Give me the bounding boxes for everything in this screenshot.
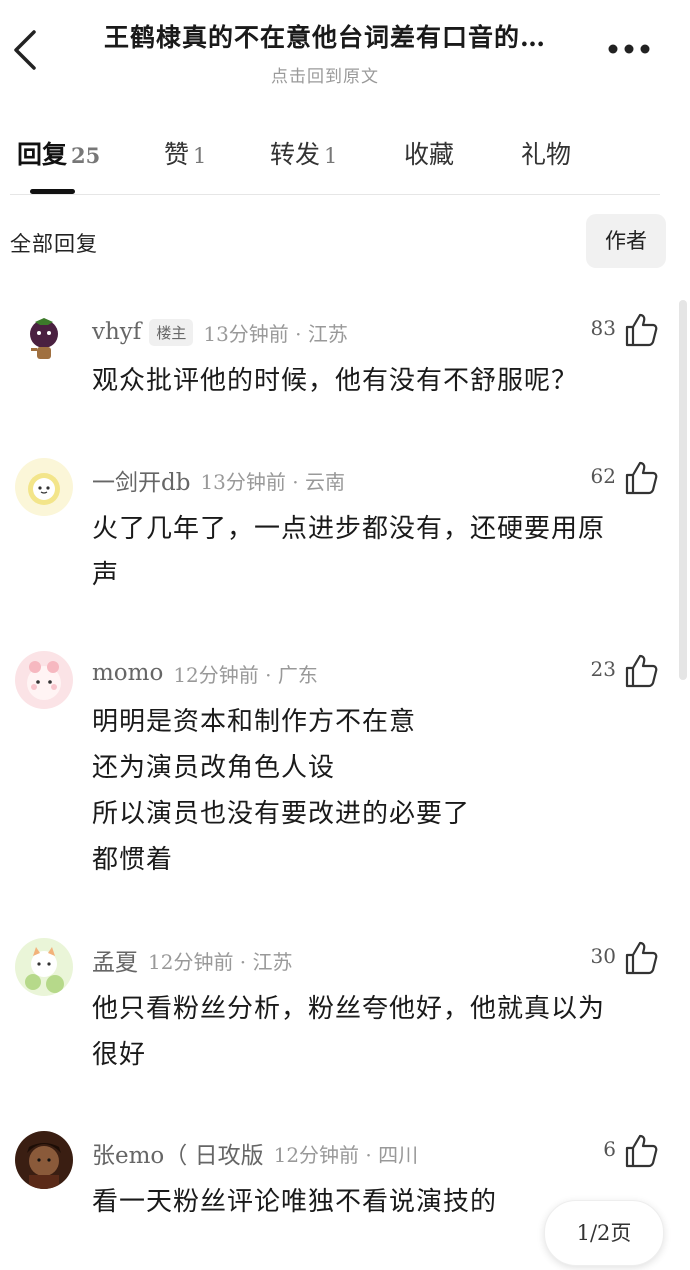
avatar[interactable] <box>15 1131 73 1189</box>
all-replies-label: 全部回复 <box>10 232 98 256</box>
thumbs-up-icon <box>625 654 658 688</box>
comment-time-location: 12分钟前 · 广东 <box>173 662 318 687</box>
tab-label: 赞 <box>164 140 190 169</box>
avatar-lemon-image <box>15 458 73 516</box>
comment-meta: vhyf 楼主 13分钟前 · 江苏 <box>92 312 348 352</box>
thumbs-up-icon <box>625 1134 658 1168</box>
like-count: 6 <box>603 1137 616 1161</box>
thumbs-up-icon <box>625 941 658 975</box>
page-indicator-button[interactable]: 1/2页 <box>544 1200 664 1266</box>
top-bar: 王鹤棣真的不在意他台词差有口音的… 点击回到原文 <box>0 0 690 100</box>
like-count: 83 <box>590 316 616 340</box>
post-title[interactable]: 王鹤棣真的不在意他台词差有口音的… <box>70 18 580 54</box>
scrollbar[interactable] <box>679 300 687 680</box>
back-button[interactable] <box>10 28 50 72</box>
username[interactable]: vhyf <box>92 319 141 345</box>
comment-meta: 一剑开db 13分钟前 · 云南 <box>92 460 345 500</box>
tab-label: 转发 <box>270 140 321 169</box>
comment-meta: 孟夏 12分钟前 · 江苏 <box>92 940 293 980</box>
comment-line: 火了几年了，一点进步都没有，还硬要用原 <box>92 514 606 544</box>
like-button[interactable] <box>624 312 658 348</box>
comment-text: 火了几年了，一点进步都没有，还硬要用原 声 <box>92 506 662 598</box>
comment-text: 明明是资本和制作方不在意 还为演员改角色人设 所以演员也没有要改进的必要了 都惯… <box>92 699 662 883</box>
tabs-divider <box>10 194 660 195</box>
avatar[interactable] <box>15 651 73 709</box>
post-title-area[interactable]: 王鹤棣真的不在意他台词差有口音的… 点击回到原文 <box>70 18 580 87</box>
comment-line: 观众批评他的时候，他有没有不舒服呢？ <box>92 366 579 396</box>
tab-label: 礼物 <box>521 140 572 169</box>
like-button[interactable] <box>624 940 658 976</box>
more-options-button[interactable] <box>605 34 653 64</box>
like-button[interactable] <box>624 1133 658 1169</box>
like-button[interactable] <box>624 460 658 496</box>
comment-text: 观众批评他的时候，他有没有不舒服呢？ <box>92 358 662 404</box>
avatar-cat-image <box>15 938 73 996</box>
username[interactable]: 张emo（ 日攻版 <box>92 1136 264 1170</box>
author-filter-button[interactable]: 作者 <box>586 214 666 268</box>
comment-line: 声 <box>92 560 120 590</box>
tab-count: 1 <box>324 144 338 168</box>
comment-line: 他只看粉丝分析，粉丝夸他好，他就真以为 <box>92 994 606 1024</box>
tab-label: 回复 <box>17 140 68 169</box>
avatar[interactable] <box>15 310 73 368</box>
comment-line: 所以演员也没有要改进的必要了 <box>92 799 471 829</box>
comment-meta: 张emo（ 日攻版 12分钟前 · 四川 <box>92 1133 418 1173</box>
tab-likes[interactable]: 赞1 <box>164 135 206 171</box>
tab-replies[interactable]: 回复 25 <box>17 135 100 171</box>
avatar-mangosteen-image <box>15 310 73 368</box>
interaction-tabs: 回复 25 赞1 转发 1 收藏 礼物 <box>0 125 690 195</box>
like-count: 30 <box>590 944 616 968</box>
back-to-original-link[interactable]: 点击回到原文 <box>70 62 580 87</box>
back-arrow-icon <box>14 30 36 70</box>
comment-meta: momo 12分钟前 · 广东 <box>92 653 318 693</box>
op-badge: 楼主 <box>149 318 194 346</box>
like-button[interactable] <box>624 653 658 689</box>
tab-label: 收藏 <box>404 140 455 169</box>
more-dots-icon <box>608 44 650 54</box>
like-count: 62 <box>590 464 616 488</box>
tab-gifts[interactable]: 礼物 <box>521 135 571 171</box>
tab-favorites[interactable]: 收藏 <box>404 135 454 171</box>
tab-count: 25 <box>71 143 101 168</box>
avatar-character-image <box>15 1131 73 1189</box>
username[interactable]: momo <box>92 660 163 686</box>
comment-time-location: 13分钟前 · 江苏 <box>203 321 348 346</box>
avatar[interactable] <box>15 458 73 516</box>
comment-time-location: 12分钟前 · 江苏 <box>148 949 293 974</box>
comment-line: 都惯着 <box>92 845 174 875</box>
username[interactable]: 一剑开db <box>92 463 190 497</box>
comment-line: 还为演员改角色人设 <box>92 753 336 783</box>
like-count: 23 <box>590 657 616 681</box>
comment-line: 明明是资本和制作方不在意 <box>92 707 417 737</box>
tab-reposts[interactable]: 转发 1 <box>270 135 337 171</box>
thumbs-up-icon <box>625 461 658 495</box>
comment-line: 很好 <box>92 1040 147 1070</box>
comment-time-location: 13分钟前 · 云南 <box>200 469 345 494</box>
avatar-pink-cartoon-image <box>15 651 73 709</box>
username[interactable]: 孟夏 <box>92 943 138 977</box>
comment-time-location: 12分钟前 · 四川 <box>273 1142 419 1167</box>
thumbs-up-icon <box>625 313 658 347</box>
comment-text: 他只看粉丝分析，粉丝夸他好，他就真以为 很好 <box>92 986 662 1078</box>
tab-count: 1 <box>193 144 207 168</box>
avatar[interactable] <box>15 938 73 996</box>
